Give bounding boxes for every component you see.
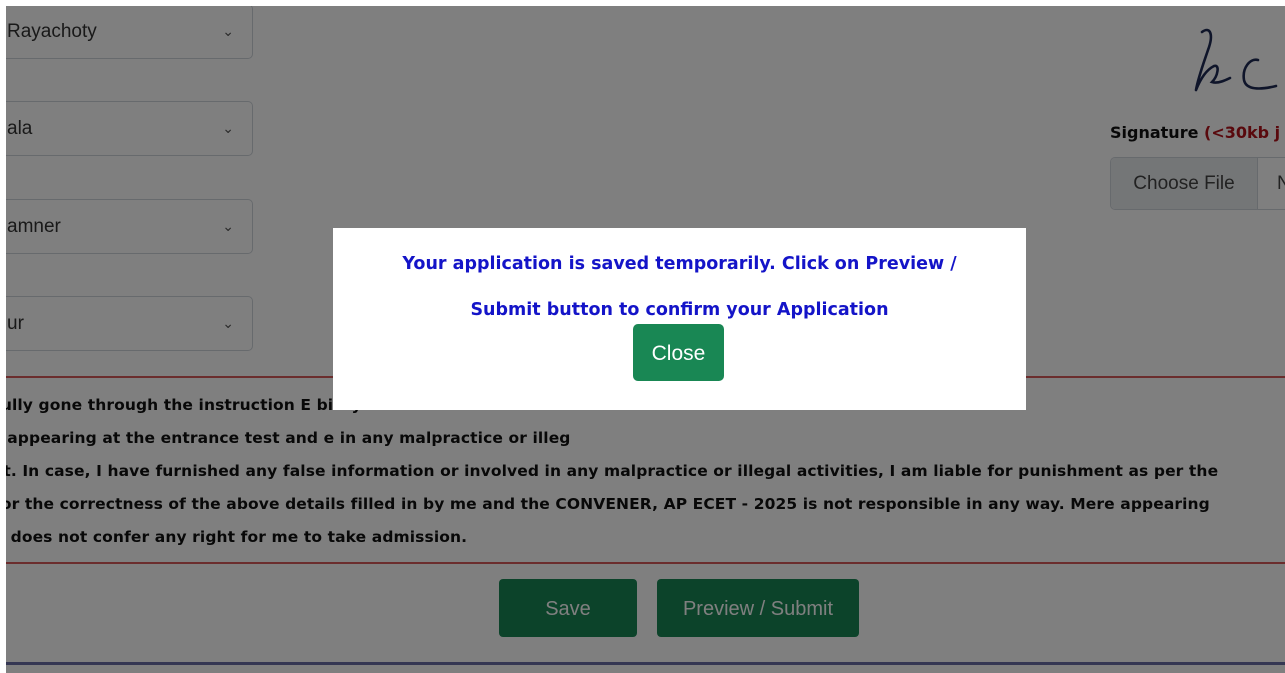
frame-edge (0, 0, 1285, 6)
save-confirmation-modal: Your application is saved temporarily. C… (333, 228, 1026, 410)
modal-message: Your application is saved temporarily. C… (333, 241, 1026, 333)
close-button[interactable]: Close (633, 324, 724, 381)
frame-edge (0, 0, 6, 673)
modal-message-line: Your application is saved temporarily. C… (402, 254, 957, 274)
